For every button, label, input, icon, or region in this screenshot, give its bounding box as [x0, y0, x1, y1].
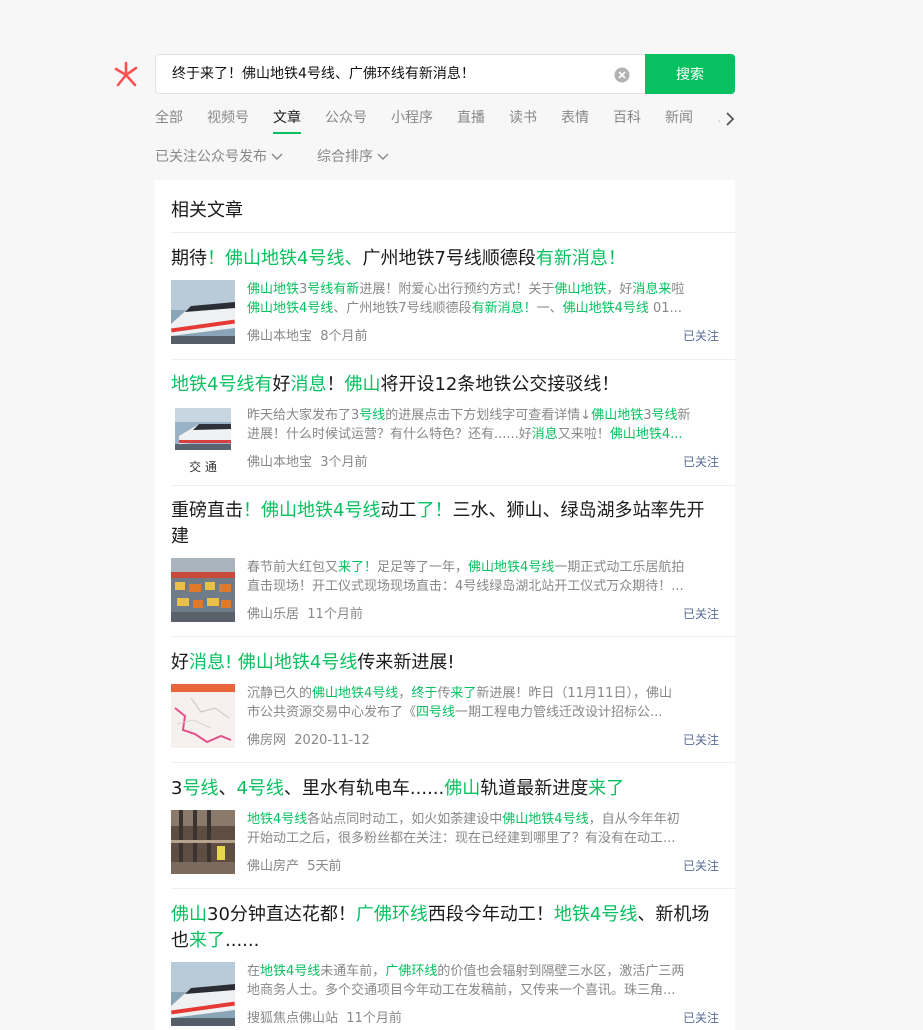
tab-all[interactable]: 全部 — [155, 108, 183, 128]
article-time: 5天前 — [307, 859, 342, 874]
chevron-down-icon — [377, 153, 389, 160]
article-title[interactable]: 期待！佛山地铁4号线、广州地铁7号线顺德段有新消息！ — [171, 246, 719, 272]
section-title: 相关文章 — [171, 200, 243, 221]
weixin-search-logo-icon — [114, 61, 138, 87]
article-source[interactable]: 佛山本地宝 — [247, 455, 312, 470]
divider — [171, 359, 735, 360]
tab-channels[interactable]: 视频号 — [207, 108, 249, 128]
article-title[interactable]: 好消息! 佛山地铁4号线传来新进展! — [171, 650, 719, 676]
tab-stickers[interactable]: 表情 — [561, 108, 589, 128]
article-thumbnail[interactable] — [171, 962, 235, 1026]
article-summary: 春节前大红包又来了！足足等了一年，佛山地铁4号线一期正式动工乐居航拍 直击现场！开… — [247, 560, 685, 594]
article-title[interactable]: 重磅直击！佛山地铁4号线动工了！三水、狮山、绿岛湖多站率先开建 — [171, 498, 719, 550]
article-meta: 佛山本地宝 3个月前 — [247, 451, 368, 470]
divider — [171, 762, 735, 763]
category-tabs: 全部 视频号 文章 公众号 小程序 直播 读书 表情 百科 新闻 … — [155, 108, 730, 138]
tab-mini-programs[interactable]: 小程序 — [391, 108, 433, 128]
followed-badge: 已关注 — [682, 607, 719, 621]
article-source[interactable]: 佛山本地宝 — [247, 329, 312, 344]
tab-official-accounts[interactable]: 公众号 — [325, 108, 367, 128]
followed-badge: 已关注 — [682, 1011, 719, 1025]
article-meta: 佛房网 2020-11-12 — [247, 729, 370, 748]
article-meta: 佛山乐居 11个月前 — [247, 603, 363, 622]
article-source[interactable]: 搜狐焦点佛山站 — [247, 1011, 338, 1026]
tab-articles[interactable]: 文章 — [273, 108, 301, 128]
article-source[interactable]: 佛山房产 — [247, 859, 299, 874]
followed-badge: 已关注 — [682, 329, 719, 343]
followed-badge: 已关注 — [682, 733, 719, 747]
tab-live[interactable]: 直播 — [457, 108, 485, 128]
search-input[interactable]: 终于来了！佛山地铁4号线、广佛环线有新消息！ — [172, 55, 475, 93]
article-time: 11个月前 — [346, 1011, 402, 1026]
article-summary: 地铁4号线各站点同时动工，如火如荼建设中佛山地铁4号线，自从今年年初 开始动工之后… — [247, 812, 680, 846]
sort-filter-label: 综合排序 — [317, 149, 373, 165]
search-button[interactable]: 搜索 — [645, 54, 735, 94]
article-time: 3个月前 — [320, 455, 368, 470]
divider — [171, 232, 735, 233]
tab-encyclopedia[interactable]: 百科 — [613, 108, 641, 128]
article-thumbnail[interactable] — [171, 280, 235, 344]
article-title[interactable]: 3号线、4号线、里水有轨电车......佛山轨道最新进度来了 — [171, 776, 719, 802]
thumbnail-caption: 交 通 — [189, 460, 217, 474]
article-time: 8个月前 — [320, 329, 368, 344]
active-tab-indicator — [273, 132, 301, 134]
divider — [171, 636, 735, 637]
divider — [171, 888, 735, 889]
tab-news[interactable]: 新闻 — [665, 108, 693, 128]
article-summary: 佛山地铁3号线有新进展！附爱心出行预约方式！关于佛山地铁，好消息来啦 佛山地铁4号… — [247, 282, 685, 316]
sort-filter[interactable]: 综合排序 — [317, 148, 389, 166]
article-time: 11个月前 — [307, 607, 363, 622]
article-summary: 昨天给大家发布了3号线的进展点击下方划线字可查看详情↓佛山地铁3号线新 进展！什么… — [247, 408, 691, 442]
tab-reading[interactable]: 读书 — [509, 108, 537, 128]
article-source[interactable]: 佛房网 — [247, 733, 286, 748]
article-thumbnail[interactable] — [171, 810, 235, 874]
chevron-down-icon — [271, 153, 283, 160]
article-thumbnail[interactable] — [171, 558, 235, 622]
results-card: 相关文章 期待！佛山地铁4号线、广州地铁7号线顺德段有新消息！ 佛山地铁3号线有… — [155, 180, 735, 1030]
article-summary: 在地铁4号线未通车前，广佛环线的价值也会辐射到隔壁三水区，激活广三两 地商务人士。… — [247, 964, 685, 998]
article-title[interactable]: 佛山30分钟直达花都！广佛环线西段今年动工！地铁4号线、新机场也来了...... — [171, 902, 719, 954]
article-summary: 沉静已久的佛山地铁4号线，终于传来了新进展！昨日（11月11日），佛山 市公共资源… — [247, 686, 672, 720]
source-filter-label: 已关注公众号发布 — [155, 149, 267, 165]
followed-badge: 已关注 — [682, 455, 719, 469]
article-source[interactable]: 佛山乐居 — [247, 607, 299, 622]
article-meta: 佛山本地宝 8个月前 — [247, 325, 368, 344]
chevron-right-icon[interactable] — [723, 110, 737, 128]
article-meta: 搜狐焦点佛山站 11个月前 — [247, 1007, 402, 1026]
article-title[interactable]: 地铁4号线有好消息！佛山将开设12条地铁公交接驳线！ — [171, 372, 719, 398]
source-filter[interactable]: 已关注公众号发布 — [155, 148, 283, 166]
article-meta: 佛山房产 5天前 — [247, 855, 342, 874]
followed-badge: 已关注 — [682, 859, 719, 873]
clear-icon[interactable] — [614, 67, 630, 83]
article-time: 2020-11-12 — [294, 733, 370, 748]
divider — [171, 485, 735, 486]
article-thumbnail[interactable] — [171, 684, 235, 748]
